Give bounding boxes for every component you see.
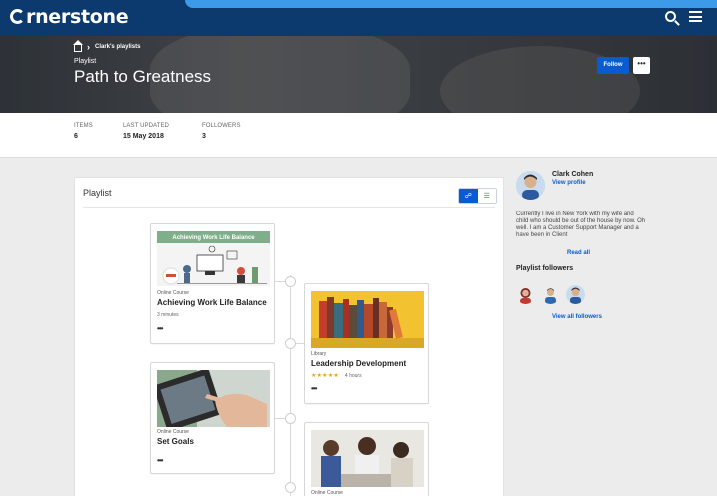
panel-divider: [83, 207, 495, 208]
owner-name: Clark Cohen: [552, 171, 594, 178]
follower-avatar[interactable]: [516, 285, 535, 304]
team-meeting-photo: [311, 430, 424, 487]
hamburger-icon: [689, 11, 702, 22]
stat-last-updated: LAST UPDATED 15 May 2018: [123, 123, 169, 140]
list-view-button[interactable]: ☰: [477, 189, 496, 203]
person-avatar-icon: [516, 171, 545, 200]
person-avatar-icon: [541, 285, 560, 304]
owner-bio: Currently I live in New York with my wif…: [516, 211, 646, 246]
item-title[interactable]: Leadership Development: [311, 359, 406, 368]
content-type-label: Playlist: [74, 58, 97, 65]
item-type-label: Library: [311, 351, 327, 357]
stat-label: FOLLOWERS: [202, 123, 241, 129]
page-title: Path to Greatness: [74, 67, 212, 86]
view-all-followers-link[interactable]: View all followers: [552, 314, 602, 320]
playlist-section-title: Playlist: [83, 188, 112, 198]
item-type-label: Online Course: [157, 290, 189, 296]
logo-mark-icon: [10, 9, 25, 24]
stat-value: 3: [202, 133, 206, 140]
duration-text: 4 hours: [344, 372, 362, 379]
stat-items: ITEMS 6: [74, 123, 93, 140]
search-button[interactable]: [665, 10, 676, 24]
duration-text: 3 minutes: [157, 312, 179, 318]
follower-avatar[interactable]: [541, 285, 560, 304]
item-title[interactable]: Set Goals: [157, 437, 194, 446]
hand-touchscreen-photo: [157, 370, 270, 427]
course-thumbnail: [311, 291, 424, 348]
item-more-options-button[interactable]: •••: [157, 456, 163, 465]
playlist-card-online-course[interactable]: Online Course: [304, 422, 429, 496]
view-toggle: ☍ ☰: [458, 188, 497, 204]
more-options-button[interactable]: •••: [633, 57, 650, 74]
timeline-node: [285, 413, 296, 424]
playlist-stats-bar: ITEMS 6 LAST UPDATED 15 May 2018 FOLLOWE…: [0, 113, 717, 158]
search-icon: [665, 11, 676, 22]
star-rating-icon: ★★★★★: [311, 373, 339, 379]
timeline-node: [285, 482, 296, 493]
stat-followers: FOLLOWERS 3: [202, 123, 241, 140]
list-icon: ☰: [483, 193, 490, 200]
breadcrumb-link-clarks-playlists[interactable]: Clark's playlists: [95, 44, 140, 50]
playlist-card-leadership-development[interactable]: Library Leadership Development ★★★★★ 4 h…: [304, 283, 429, 404]
logo-text: rnerstone: [26, 6, 129, 28]
course-thumbnail: [157, 370, 270, 427]
item-duration: 3 minutes: [157, 312, 179, 318]
home-icon[interactable]: [73, 39, 83, 52]
item-type-label: Online Course: [157, 429, 189, 435]
books-illustration: [311, 291, 424, 348]
stat-label: ITEMS: [74, 123, 93, 129]
playlist-panel: Playlist ☍ ☰: [74, 177, 504, 496]
read-all-link[interactable]: Read all: [567, 250, 590, 256]
item-more-options-button[interactable]: •••: [157, 324, 163, 333]
person-avatar-icon: [566, 285, 585, 304]
thumbnail-banner-text: Achieving Work Life Balance: [172, 235, 255, 241]
playlist-card-achieving-work-life-balance[interactable]: Achieving Work Life Balance Online Cours…: [150, 223, 275, 344]
playlist-followers-heading: Playlist followers: [516, 265, 574, 272]
stat-value: 15 May 2018: [123, 133, 164, 140]
owner-avatar[interactable]: [516, 171, 545, 200]
item-more-options-button[interactable]: •••: [311, 384, 317, 393]
menu-button[interactable]: [689, 10, 702, 24]
header-accent-stripe: [185, 0, 717, 8]
item-title[interactable]: Achieving Work Life Balance: [157, 298, 267, 307]
breadcrumb: › Clark's playlists: [73, 39, 140, 52]
item-rating-and-duration: ★★★★★ 4 hours: [311, 372, 362, 380]
follower-avatar[interactable]: [566, 285, 585, 304]
stat-label: LAST UPDATED: [123, 123, 169, 129]
follow-button[interactable]: Follow: [597, 57, 629, 74]
person-avatar-icon: [516, 285, 535, 304]
playlist-hero-banner: › Clark's playlists Playlist Path to Gre…: [0, 36, 717, 113]
cornerstone-logo[interactable]: rnerstone: [10, 6, 129, 28]
item-type-label: Online Course: [311, 490, 343, 496]
course-thumbnail: [311, 430, 424, 487]
chevron-right-icon: ›: [87, 42, 90, 52]
timeline-node: [285, 338, 296, 349]
playlist-card-set-goals[interactable]: Online Course Set Goals •••: [150, 362, 275, 474]
view-profile-link[interactable]: View profile: [552, 180, 586, 186]
playlist-timeline: [290, 275, 291, 496]
path-view-button[interactable]: ☍: [459, 189, 478, 203]
path-icon: ☍: [464, 193, 472, 200]
stat-value: 6: [74, 133, 78, 140]
top-navigation-bar: rnerstone: [0, 0, 717, 36]
timeline-node: [285, 276, 296, 287]
